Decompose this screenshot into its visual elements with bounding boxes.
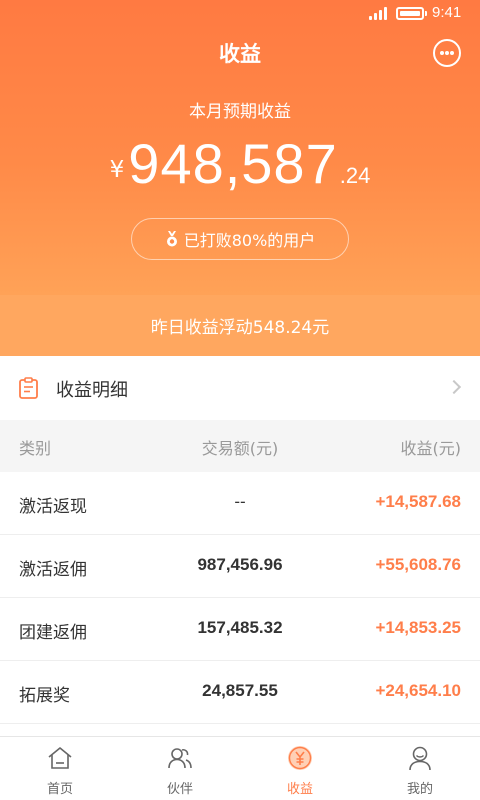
earnings-detail-label: 收益明细 [56, 380, 128, 401]
yen-coin-icon [288, 746, 312, 770]
chevron-right-icon [446, 379, 462, 395]
partners-icon [168, 748, 192, 769]
earnings-hero: 9:41 收益 本月预期收益 ¥948,587.24 已打败80%的用户 [0, 0, 480, 295]
tab-mine-label: 我的 [406, 782, 433, 797]
earnings-table: 激活返现 -- +14,587.68 激活返佣 987,456.96 +55,6… [0, 472, 480, 736]
ranking-badge: 已打败80%的用户 [131, 218, 349, 260]
month-earnings-label: 本月预期收益 [189, 102, 291, 122]
more-options-icon[interactable] [433, 39, 461, 67]
row-volume: 987,456.96 [197, 555, 283, 574]
row-volume: -- [234, 492, 246, 511]
row-category: 激活返现 [19, 497, 87, 517]
month-earnings-amount: ¥948,587.24 [0, 136, 480, 192]
signal-icon [369, 7, 389, 20]
tab-partners[interactable]: 伙伴 [120, 737, 240, 800]
tab-earnings[interactable]: 收益 [240, 737, 360, 800]
row-income: +14,853.25 [375, 618, 461, 637]
row-income: +24,654.10 [375, 681, 461, 700]
table-row: 激活返现 -- +14,587.68 [0, 472, 480, 535]
row-income: +55,608.76 [375, 555, 461, 574]
earnings-detail-link[interactable]: 收益明细 [0, 356, 480, 420]
table-row [0, 724, 480, 736]
table-row: 拓展奖 24,857.55 +24,654.10 [0, 661, 480, 724]
tab-partners-label: 伙伴 [166, 782, 193, 797]
column-header-volume: 交易额(元) [201, 439, 279, 458]
battery-icon [396, 7, 427, 20]
status-bar: 9:41 [0, 0, 480, 28]
tab-earnings-label: 收益 [286, 782, 313, 797]
home-icon [48, 747, 72, 769]
medal-icon [166, 231, 177, 247]
page-title: 收益 [219, 42, 261, 66]
row-volume: 24,857.55 [202, 681, 278, 700]
column-header-income: 收益(元) [400, 439, 462, 458]
row-category: 团建返佣 [19, 623, 87, 643]
amount-decimal: .24 [339, 163, 371, 188]
row-category: 激活返佣 [19, 560, 87, 580]
tab-home[interactable]: 首页 [0, 737, 120, 800]
user-icon [409, 746, 431, 771]
tab-mine[interactable]: 我的 [360, 737, 480, 800]
yesterday-fluctuation: 昨日收益浮动548.24元 [0, 295, 480, 356]
tab-home-label: 首页 [46, 782, 73, 797]
row-category: 拓展奖 [19, 686, 70, 706]
ranking-text: 已打败80%的用户 [183, 231, 316, 250]
row-volume: 157,485.32 [197, 618, 283, 637]
status-time: 9:41 [432, 4, 462, 21]
row-income: +14,587.68 [375, 492, 461, 511]
table-row: 激活返佣 987,456.96 +55,608.76 [0, 535, 480, 598]
currency-symbol: ¥ [109, 157, 125, 183]
clipboard-icon [19, 377, 38, 399]
column-header-category: 类别 [19, 439, 52, 458]
table-header: 类别 交易额(元) 收益(元) [0, 420, 480, 472]
amount-integer: 948,587 [128, 132, 338, 195]
bottom-tab-bar: 首页 伙伴 收益 我的 [0, 736, 480, 800]
table-row: 团建返佣 157,485.32 +14,853.25 [0, 598, 480, 661]
